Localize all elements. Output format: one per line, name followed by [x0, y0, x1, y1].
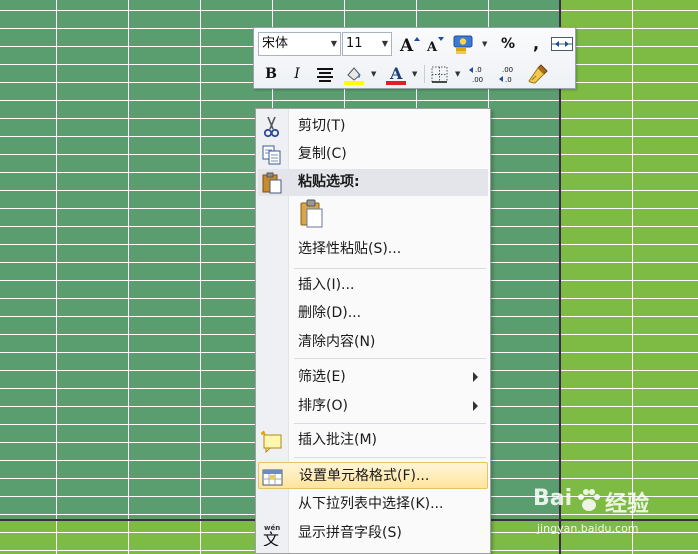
fill-color-swatch	[344, 81, 364, 85]
chevron-down-icon[interactable]: ▼	[331, 33, 337, 55]
watermark-brand: Bai	[533, 486, 573, 511]
svg-text:A: A	[426, 40, 438, 55]
menu-item-label: 插入批注(M)	[298, 432, 378, 448]
menu-item-paste-special[interactable]: 选择性粘贴(S)...	[258, 236, 488, 263]
menu-item-label: 粘贴选项:	[298, 174, 360, 190]
menu-item-label: 排序(O)	[298, 398, 348, 414]
font-name-combo[interactable]: 宋体 ▼	[258, 32, 341, 56]
menu-item-label: 从下拉列表中选择(K)...	[298, 496, 444, 512]
font-color-letter: A	[389, 64, 403, 83]
font-size-combo[interactable]: 11 ▼	[342, 32, 392, 56]
menu-item-clear-contents[interactable]: 清除内容(N)	[258, 329, 488, 356]
context-menu: 剪切(T) 复制(C) 粘贴选项: 选择性粘贴(S)... 插入(I)... 删…	[255, 108, 491, 554]
bold-label: B	[265, 66, 277, 82]
submenu-arrow-icon	[473, 401, 478, 411]
italic-label: I	[294, 66, 300, 82]
watermark-brand-cn: 经验	[605, 492, 650, 517]
mini-toolbar-row-1: 宋体 ▼ 11 ▼ A A ▼ % ,	[254, 31, 575, 57]
menu-separator	[294, 423, 486, 424]
bold-button[interactable]: B	[259, 62, 283, 86]
format-painter-icon[interactable]	[526, 62, 550, 86]
shrink-font-icon[interactable]: A	[423, 32, 447, 56]
menu-item-label: 剪切(T)	[298, 118, 346, 134]
toolbar-divider	[424, 65, 425, 83]
submenu-arrow-icon	[473, 372, 478, 382]
menu-item-delete[interactable]: 删除(D)...	[258, 300, 488, 327]
mini-toolbar: 宋体 ▼ 11 ▼ A A ▼ % , B I ▼ A ▼ ▼ .0 .00 .…	[253, 27, 576, 89]
svg-text:A: A	[399, 36, 414, 56]
menu-item-insert[interactable]: 插入(I)...	[258, 272, 488, 299]
chevron-down-icon[interactable]: ▼	[382, 33, 388, 55]
menu-item-copy[interactable]: 复制(C)	[258, 141, 488, 168]
decrease-decimal-icon[interactable]: .00 .0	[497, 62, 521, 86]
chevron-down-icon[interactable]: ▼	[371, 70, 376, 78]
comma-style-icon[interactable]: ,	[524, 32, 548, 56]
menu-header-paste-options: 粘贴选项:	[258, 169, 488, 196]
menu-item-label: 显示拼音字段(S)	[298, 525, 402, 541]
svg-text:.0: .0	[475, 66, 482, 74]
menu-item-sort[interactable]: 排序(O)	[258, 393, 488, 420]
svg-text:.00: .00	[472, 76, 483, 84]
comma-label: ,	[532, 34, 540, 53]
menu-item-label: 删除(D)...	[298, 305, 362, 321]
menu-item-insert-comment[interactable]: 插入批注(M)	[258, 427, 488, 454]
menu-item-label: 复制(C)	[298, 146, 347, 162]
copy-icon	[262, 145, 281, 165]
font-size-value: 11	[346, 36, 363, 51]
watermark: Bai 经验 jingyan.baidu.com	[533, 486, 693, 546]
mini-toolbar-row-2: B I ▼ A ▼ ▼ .0 .00 .00 .0	[254, 61, 575, 87]
menu-item-label: 设置单元格格式(F)...	[299, 468, 430, 484]
percent-icon[interactable]: %	[496, 32, 520, 56]
borders-icon[interactable]	[428, 62, 452, 86]
menu-item-label: 选择性粘贴(S)...	[298, 241, 402, 257]
center-align-icon[interactable]	[313, 62, 337, 86]
menu-item-filter[interactable]: 筛选(E)	[258, 364, 488, 391]
paste-options-icon	[262, 172, 282, 194]
grow-font-icon[interactable]: A	[397, 32, 421, 56]
scissors-icon	[263, 116, 280, 138]
increase-decimal-icon[interactable]: .0 .00	[467, 62, 491, 86]
fill-color-icon[interactable]	[342, 62, 366, 86]
phonetic-icon: wén 文	[263, 524, 280, 546]
watermark-url: jingyan.baidu.com	[537, 522, 639, 535]
svg-text:.0: .0	[505, 76, 512, 84]
menu-item-cut[interactable]: 剪切(T)	[258, 113, 488, 140]
font-name-value: 宋体	[262, 36, 289, 51]
font-color-swatch	[386, 81, 406, 85]
menu-item-label: 筛选(E)	[298, 369, 346, 385]
insert-comment-icon	[261, 430, 282, 453]
grid-region-light	[560, 0, 698, 554]
menu-item-pick-from-list[interactable]: 从下拉列表中选择(K)...	[258, 491, 488, 518]
chevron-down-icon[interactable]: ▼	[482, 40, 487, 48]
font-color-icon[interactable]: A	[384, 62, 408, 86]
menu-item-show-phonetic[interactable]: wén 文 显示拼音字段(S)	[258, 520, 488, 547]
baidu-paw-icon	[578, 489, 600, 511]
merge-center-icon[interactable]	[550, 32, 574, 56]
chevron-down-icon[interactable]: ▼	[412, 70, 417, 78]
accounting-format-icon[interactable]	[452, 32, 476, 56]
svg-text:.00: .00	[502, 66, 513, 74]
menu-item-label: 插入(I)...	[298, 277, 355, 293]
percent-label: %	[500, 36, 516, 52]
menu-separator	[294, 268, 486, 269]
svg-text:文: 文	[263, 530, 279, 546]
menu-item-format-cells[interactable]: 设置单元格格式(F)...	[258, 462, 488, 489]
menu-separator	[294, 457, 486, 458]
clipboard-icon	[300, 199, 323, 228]
menu-item-label: 清除内容(N)	[298, 334, 376, 350]
menu-separator	[294, 358, 486, 359]
italic-button[interactable]: I	[285, 62, 309, 86]
paste-option-button[interactable]	[258, 196, 488, 232]
format-cells-icon	[262, 469, 283, 486]
chevron-down-icon[interactable]: ▼	[455, 70, 460, 78]
